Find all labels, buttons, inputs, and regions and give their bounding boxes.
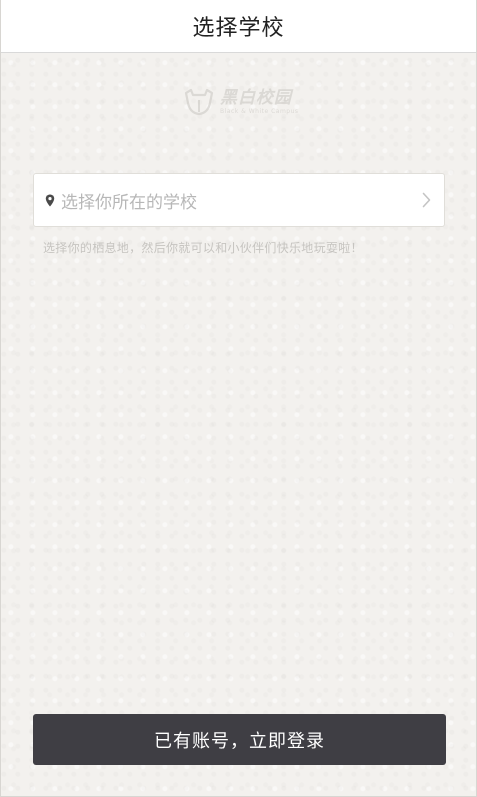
- logo-mark-icon: [184, 88, 214, 116]
- header-bar: 选择学校: [1, 0, 476, 53]
- chevron-right-icon: [420, 191, 432, 209]
- app-logo: 黑白校园 Black & White Campus: [184, 85, 324, 119]
- logo-name: 黑白校园: [220, 87, 292, 108]
- location-pin-icon: [44, 193, 56, 207]
- logo-text: 黑白校园 Black & White Campus: [220, 87, 299, 115]
- page-title: 选择学校: [192, 16, 285, 41]
- login-button[interactable]: 已有账号，立即登录: [33, 714, 446, 765]
- school-select-placeholder: 选择你所在的学校: [61, 192, 197, 213]
- school-select-field[interactable]: 选择你所在的学校: [33, 173, 445, 227]
- page: 选择学校 黑白校园 Black & White Campus 选择你所在的学校: [0, 0, 477, 797]
- logo-tagline: Black & White Campus: [220, 107, 299, 115]
- select-hint-text: 选择你的栖息地，然后你就可以和小伙伴们快乐地玩耍啦！: [43, 241, 363, 255]
